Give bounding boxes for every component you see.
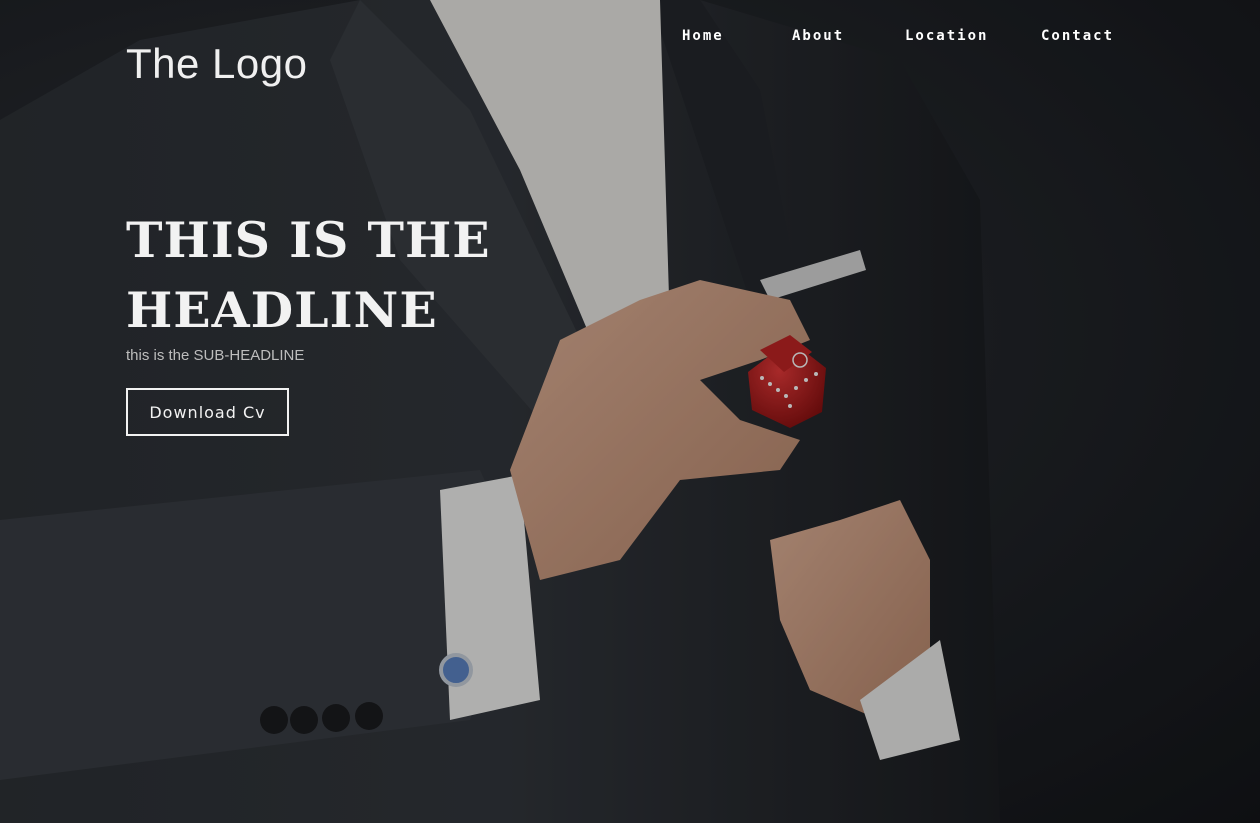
nav-link-contact[interactable]: Contact — [1041, 28, 1114, 44]
nav-link-home[interactable]: Home — [682, 28, 724, 44]
headline-line-2: HEADLINE — [126, 281, 438, 339]
main-nav: Home About Location Contact — [0, 28, 1260, 48]
hero-section: The Logo Home About Location Contact THI… — [0, 0, 1260, 823]
nav-link-about[interactable]: About — [792, 28, 844, 44]
download-cv-button[interactable]: Download Cv — [126, 388, 289, 436]
headline-line-1: THIS IS THE — [126, 211, 491, 269]
hero-subheadline: this is the SUB-HEADLINE — [126, 347, 305, 364]
hero-headline: THIS IS THE HEADLINE — [126, 205, 546, 345]
nav-link-location[interactable]: Location — [905, 28, 988, 44]
